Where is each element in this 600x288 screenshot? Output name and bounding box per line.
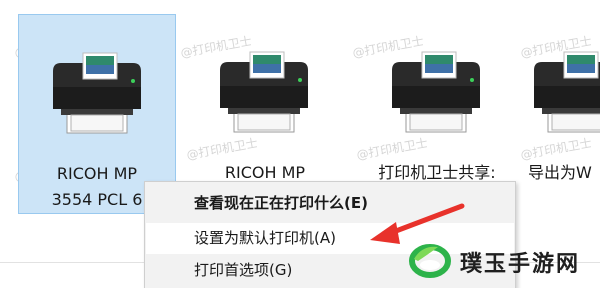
device-label: 导出为W bbox=[528, 163, 592, 182]
brand-name: 璞玉手游网 bbox=[460, 252, 581, 277]
printer-icon bbox=[534, 51, 600, 133]
leaf-ring-logo-icon bbox=[409, 244, 451, 278]
printer-icon bbox=[220, 51, 308, 133]
printer-icon bbox=[392, 51, 480, 133]
printer-icon bbox=[53, 52, 141, 134]
brand-watermark: 璞玉手游网 bbox=[408, 239, 598, 283]
device-tile-export[interactable]: 导出为W bbox=[524, 14, 600, 214]
menu-item-see-whats-printing[interactable]: 查看现在正在打印什么(E) bbox=[146, 188, 514, 219]
